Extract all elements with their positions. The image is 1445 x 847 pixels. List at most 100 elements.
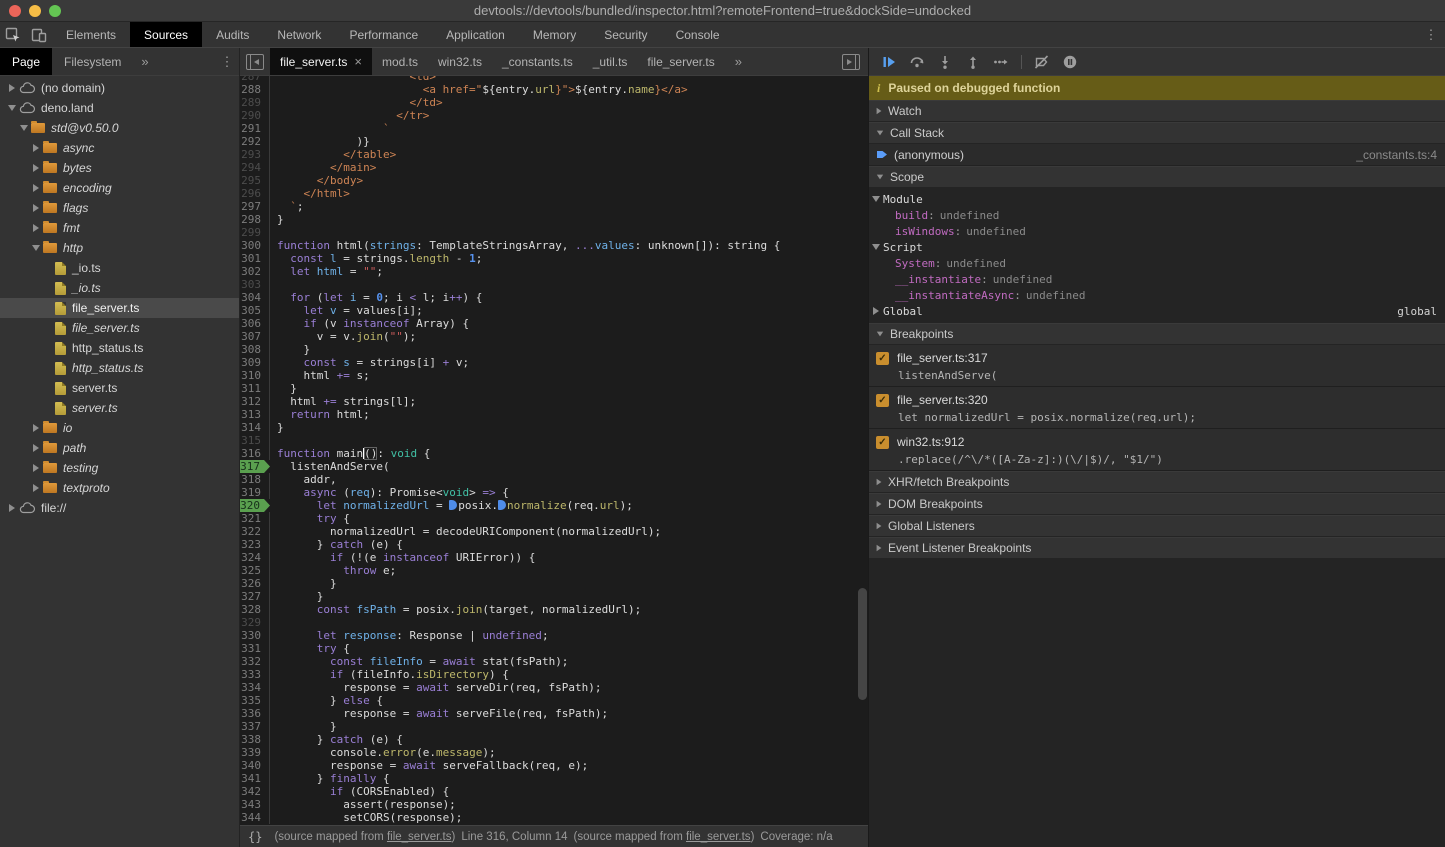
code-text[interactable]: try { bbox=[270, 642, 350, 655]
code-text[interactable]: v = v.join(""); bbox=[270, 330, 416, 343]
more-tabs-chevron[interactable]: » bbox=[133, 48, 156, 75]
tree-item-deno-land[interactable]: deno.land bbox=[0, 98, 239, 118]
line-number[interactable]: 314 bbox=[240, 421, 270, 434]
tree-item-file-server-ts[interactable]: file_server.ts bbox=[0, 318, 239, 338]
code-text[interactable]: } bbox=[270, 213, 284, 226]
chevron-right-icon[interactable] bbox=[30, 144, 41, 152]
hide-navigator-icon[interactable] bbox=[246, 54, 264, 70]
step-out-button[interactable] bbox=[965, 54, 981, 70]
deactivate-breakpoints-button[interactable] bbox=[1034, 54, 1050, 70]
line-number[interactable]: 294 bbox=[240, 161, 270, 174]
tab-security[interactable]: Security bbox=[590, 22, 661, 47]
scope-group-module[interactable]: Module bbox=[869, 191, 1445, 207]
line-number[interactable]: 344 bbox=[240, 811, 270, 824]
code-text[interactable]: addr, bbox=[270, 473, 337, 486]
tree-item-file-[interactable]: file:// bbox=[0, 498, 239, 518]
tree-item-std-v0-50-0[interactable]: std@v0.50.0 bbox=[0, 118, 239, 138]
line-number[interactable]: 343 bbox=[240, 798, 270, 811]
code-text[interactable]: assert(response); bbox=[270, 798, 456, 811]
chevron-right-icon[interactable] bbox=[6, 504, 17, 512]
tree-item-http-status-ts[interactable]: http_status.ts bbox=[0, 358, 239, 378]
call-stack-frame[interactable]: (anonymous) _constants.ts:4 bbox=[869, 144, 1445, 166]
code-text[interactable]: response = await serveDir(req, fsPath); bbox=[270, 681, 602, 694]
code-text[interactable]: ` bbox=[270, 122, 390, 135]
tab-console[interactable]: Console bbox=[662, 22, 734, 47]
line-number[interactable]: 323 bbox=[240, 538, 270, 551]
line-number[interactable]: 316 bbox=[240, 447, 270, 460]
tree-item--no-domain-[interactable]: (no domain) bbox=[0, 78, 239, 98]
tree-item-fmt[interactable]: fmt bbox=[0, 218, 239, 238]
code-text[interactable]: </html> bbox=[270, 187, 350, 200]
code-text[interactable]: } bbox=[270, 421, 284, 434]
line-number[interactable]: 302 bbox=[240, 265, 270, 278]
code-text[interactable]: async (req): Promise<void> => { bbox=[270, 486, 509, 499]
tree-item--io-ts[interactable]: _io.ts bbox=[0, 258, 239, 278]
line-number[interactable]: 298 bbox=[240, 213, 270, 226]
code-text[interactable]: } bbox=[270, 577, 337, 590]
code-text[interactable]: let html = ""; bbox=[270, 265, 383, 278]
editor-tab-file-server-ts[interactable]: file_server.ts bbox=[637, 48, 724, 75]
code-text[interactable]: response = await serveFile(req, fsPath); bbox=[270, 707, 608, 720]
line-number[interactable]: 301 bbox=[240, 252, 270, 265]
main-menu-icon[interactable]: ⋮ bbox=[1419, 22, 1443, 47]
line-number[interactable]: 333 bbox=[240, 668, 270, 681]
line-number[interactable]: 303 bbox=[240, 278, 270, 291]
line-number[interactable]: 325 bbox=[240, 564, 270, 577]
line-number[interactable]: 306 bbox=[240, 317, 270, 330]
device-toolbar-icon[interactable] bbox=[26, 22, 52, 47]
code-text[interactable]: `; bbox=[270, 200, 304, 213]
line-number[interactable]: 327 bbox=[240, 590, 270, 603]
breakpoint-checkbox[interactable]: ✓ bbox=[876, 436, 889, 449]
code-text[interactable]: } bbox=[270, 343, 310, 356]
line-number[interactable]: 339 bbox=[240, 746, 270, 759]
line-number[interactable]: 287 bbox=[240, 76, 270, 83]
tab-elements[interactable]: Elements bbox=[52, 22, 130, 47]
inline-breakpoint-marker[interactable] bbox=[449, 500, 457, 510]
code-text[interactable]: for (let i = 0; i < l; i++) { bbox=[270, 291, 482, 304]
editor-tab-file-server-ts[interactable]: file_server.ts× bbox=[270, 48, 372, 75]
code-text[interactable]: function html(strings: TemplateStringsAr… bbox=[270, 239, 780, 252]
code-text[interactable]: } catch (e) { bbox=[270, 733, 403, 746]
code-text[interactable]: <a href="${entry.url}">${entry.name}</a> bbox=[270, 83, 688, 96]
line-number[interactable]: 308 bbox=[240, 343, 270, 356]
editor-tab-mod-ts[interactable]: mod.ts bbox=[372, 48, 428, 75]
tab-performance[interactable]: Performance bbox=[335, 22, 432, 47]
pretty-print-icon[interactable]: {} bbox=[248, 830, 262, 844]
code-text[interactable]: normalizedUrl = decodeURIComponent(norma… bbox=[270, 525, 661, 538]
breakpoint-checkbox[interactable]: ✓ bbox=[876, 352, 889, 365]
line-number[interactable]: 295 bbox=[240, 174, 270, 187]
section-scope[interactable]: Scope bbox=[869, 166, 1445, 188]
code-text[interactable]: </tr> bbox=[270, 109, 429, 122]
section-call-stack[interactable]: Call Stack bbox=[869, 122, 1445, 144]
line-number[interactable]: 291 bbox=[240, 122, 270, 135]
code-text[interactable]: </table> bbox=[270, 148, 396, 161]
line-number[interactable]: 332 bbox=[240, 655, 270, 668]
line-number[interactable]: 321 bbox=[240, 512, 270, 525]
line-number[interactable]: 334 bbox=[240, 681, 270, 694]
editor-more-tabs-chevron[interactable]: » bbox=[725, 48, 752, 75]
code-text[interactable]: throw e; bbox=[270, 564, 396, 577]
tab-filesystem[interactable]: Filesystem bbox=[52, 48, 133, 75]
line-number[interactable]: 331 bbox=[240, 642, 270, 655]
tree-item-io[interactable]: io bbox=[0, 418, 239, 438]
code-text[interactable]: console.error(e.message); bbox=[270, 746, 496, 759]
code-text[interactable]: const s = strings[i] + v; bbox=[270, 356, 469, 369]
pause-on-exceptions-button[interactable] bbox=[1062, 54, 1078, 70]
line-number[interactable]: 324 bbox=[240, 551, 270, 564]
breakpoint-entry[interactable]: ✓win32.ts:912.replace(/^\/*([A-Za-z]:)(\… bbox=[869, 429, 1445, 471]
code-text[interactable]: if (v instanceof Array) { bbox=[270, 317, 469, 330]
tab-audits[interactable]: Audits bbox=[202, 22, 263, 47]
code-editor[interactable]: 287 <td>288 <a href="${entry.url}">${ent… bbox=[240, 76, 868, 825]
code-text[interactable]: const l = strings.length - 1; bbox=[270, 252, 482, 265]
source-map-link-2[interactable]: file_server.ts bbox=[686, 831, 751, 843]
tree-item-server-ts[interactable]: server.ts bbox=[0, 378, 239, 398]
breakpoint-entry[interactable]: ✓file_server.ts:320let normalizedUrl = p… bbox=[869, 387, 1445, 429]
chevron-right-icon[interactable] bbox=[30, 224, 41, 232]
code-text[interactable]: return html; bbox=[270, 408, 370, 421]
section-global-listeners[interactable]: Global Listeners bbox=[869, 515, 1445, 537]
line-number[interactable]: 340 bbox=[240, 759, 270, 772]
code-text[interactable]: let response: Response | undefined; bbox=[270, 629, 549, 642]
code-text[interactable]: </td> bbox=[270, 96, 443, 109]
step-over-button[interactable] bbox=[909, 54, 925, 70]
line-number[interactable]: 326 bbox=[240, 577, 270, 590]
